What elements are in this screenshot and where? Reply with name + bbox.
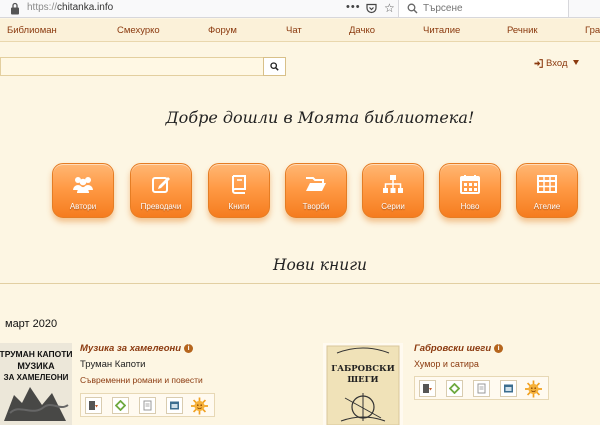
format-fb2-button[interactable]: [85, 397, 102, 414]
book-cover-music-for-chameleons[interactable]: ТРУМАН КАПОТИ МУЗИКА ЗА ХАМЕЛЕОНИ: [0, 343, 72, 425]
chevron-down-icon: [573, 60, 579, 65]
sfb-icon: [170, 401, 179, 410]
nav-link-forum[interactable]: Форум: [208, 25, 237, 36]
browser-toolbar: https://chitanka.info ••• ☆: [0, 0, 600, 18]
sign-in-icon: [534, 59, 543, 68]
format-more-button[interactable]: [525, 380, 542, 397]
table-icon: [537, 175, 557, 193]
epub-icon: [115, 400, 126, 411]
sitemap-icon: [383, 175, 403, 193]
book-title-link[interactable]: Музика за хамелеони i: [80, 343, 194, 354]
cover-art: ТРУМАН КАПОТИ МУЗИКА ЗА ХАМЕЛЕОНИ: [0, 343, 72, 425]
site-search-input[interactable]: [0, 57, 264, 76]
download-formats: [414, 376, 549, 400]
nav-link-bibliomanl[interactable]: Библиоман: [7, 25, 57, 36]
txt-icon: [143, 400, 152, 411]
url-host: chitanka.info: [57, 2, 114, 13]
format-txt-button[interactable]: [473, 380, 490, 397]
sun-icon: [191, 397, 208, 414]
format-epub-button[interactable]: [446, 380, 463, 397]
nav-link-rechnik[interactable]: Речник: [507, 25, 538, 36]
book-genre-link[interactable]: Съвременни романи и повести: [80, 375, 203, 385]
cover-text: ШЕГИ: [347, 375, 378, 385]
book-genre-link[interactable]: Хумор и сатира: [414, 359, 479, 369]
format-more-button[interactable]: [191, 397, 208, 414]
new-books-heading: Нови книги: [272, 256, 368, 274]
format-txt-button[interactable]: [139, 397, 156, 414]
search-icon: [270, 62, 279, 71]
nav-link-gra[interactable]: Гра: [585, 25, 600, 36]
book-title-text: Габровски шеги: [414, 343, 492, 354]
nav-link-smehurko[interactable]: Смехурко: [117, 25, 160, 36]
welcome-heading: Добре дошли в Моята библиотека!: [165, 108, 475, 127]
pocket-icon[interactable]: [366, 3, 377, 14]
cover-text: МУЗИКА: [17, 361, 55, 371]
book-title-text: Музика за хамелеони: [80, 343, 182, 354]
nav-link-chat[interactable]: Чат: [286, 25, 302, 36]
format-epub-button[interactable]: [112, 397, 129, 414]
users-icon: [73, 177, 93, 193]
folder-open-icon: [306, 177, 326, 191]
category-button-books[interactable]: Книги: [208, 163, 270, 218]
category-button-new[interactable]: Ново: [439, 163, 501, 218]
category-button-authors[interactable]: Автори: [52, 163, 114, 218]
book-title-link[interactable]: Габровски шеги i: [414, 343, 504, 354]
format-sfb-button[interactable]: [166, 397, 183, 414]
cover-art: ГАБРОВСКИ ШЕГИ: [323, 343, 403, 425]
search-icon: [407, 3, 418, 14]
category-button-workshop[interactable]: Ателие: [516, 163, 578, 218]
book-cover-gabrovo-jokes[interactable]: ГАБРОВСКИ ШЕГИ: [323, 343, 403, 425]
cover-text: ТРУМАН КАПОТИ: [0, 349, 72, 359]
category-label: Автори: [69, 202, 97, 211]
toolbar-overflow: [568, 0, 600, 17]
login-label: Вход: [546, 58, 568, 69]
txt-icon: [477, 383, 486, 394]
sfb-icon: [504, 384, 513, 393]
info-icon[interactable]: i: [184, 344, 194, 353]
epub-icon: [449, 383, 460, 394]
category-label: Преводачи: [140, 202, 182, 211]
login-menu[interactable]: Вход: [534, 58, 579, 69]
nav-link-chitalie[interactable]: Читалие: [423, 25, 460, 36]
page-actions-menu-button[interactable]: •••: [346, 1, 361, 13]
category-label: Серии: [381, 202, 405, 211]
browser-search-box[interactable]: [398, 0, 568, 17]
format-fb2-button[interactable]: [419, 380, 436, 397]
category-button-works[interactable]: Творби: [285, 163, 347, 218]
format-sfb-button[interactable]: [500, 380, 517, 397]
fb2-icon: [423, 384, 432, 393]
cover-text: ГАБРОВСКИ: [331, 364, 395, 374]
category-label: Ателие: [533, 202, 561, 211]
cover-text: ЗА ХАМЕЛЕОНИ: [4, 373, 69, 382]
download-formats: [80, 393, 215, 417]
edit-icon: [152, 177, 170, 193]
address-bar[interactable]: https://chitanka.info: [27, 2, 113, 13]
info-icon[interactable]: i: [494, 344, 504, 353]
calendar-icon: [460, 175, 480, 194]
date-heading: март 2020: [5, 318, 58, 330]
nav-link-dachko[interactable]: Дачко: [349, 25, 375, 36]
site-nav: Библиоман Смехурко Форум Чат Дачко Читал…: [0, 19, 600, 42]
category-label: Творби: [302, 202, 330, 211]
category-button-series[interactable]: Серии: [362, 163, 424, 218]
book-author-link[interactable]: Труман Капоти: [80, 359, 145, 370]
category-button-translators[interactable]: Преводачи: [130, 163, 192, 218]
sun-icon: [525, 380, 542, 397]
browser-search-input[interactable]: [423, 1, 563, 15]
fb2-icon: [89, 401, 98, 410]
url-scheme: https://: [27, 2, 58, 13]
divider: [0, 283, 600, 284]
site-search: [0, 57, 286, 76]
site-search-button[interactable]: [263, 57, 286, 76]
category-label: Книги: [228, 202, 250, 211]
book-icon: [232, 175, 246, 194]
category-label: Ново: [460, 202, 480, 211]
bookmark-star-icon[interactable]: ☆: [384, 1, 395, 15]
lock-icon: [11, 2, 19, 15]
